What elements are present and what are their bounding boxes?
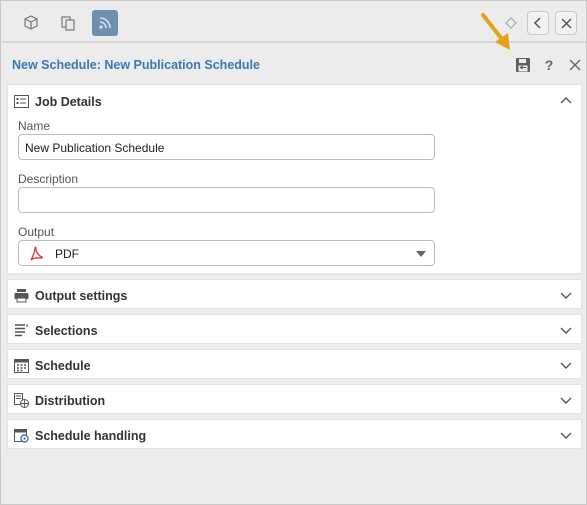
job-details-panel: Job Details Name New Publication Schedul… — [7, 84, 582, 274]
section-output-settings[interactable]: Output settings — [7, 279, 582, 309]
section-schedule-handling[interactable]: Schedule handling — [7, 419, 582, 449]
name-label: Name — [18, 119, 51, 133]
chevron-down-icon — [560, 292, 572, 299]
chevron-down-icon — [560, 397, 572, 404]
annotation-arrow-icon — [481, 13, 510, 50]
section-label: Job Details — [35, 95, 102, 109]
feed-icon[interactable] — [92, 10, 118, 36]
close-window-button[interactable] — [555, 11, 577, 35]
section-label: Selections — [35, 324, 98, 338]
close-panel-button[interactable] — [565, 55, 585, 75]
section-label: Output settings — [35, 289, 128, 303]
calendar-icon — [14, 359, 29, 373]
section-label: Schedule handling — [35, 429, 147, 443]
list-icon — [15, 324, 28, 337]
job-details-header[interactable]: Job Details — [8, 85, 581, 117]
chevron-up-icon[interactable] — [559, 95, 573, 107]
output-label: Output — [18, 225, 55, 239]
chevron-down-icon — [560, 327, 572, 334]
help-button[interactable]: ? — [539, 55, 559, 75]
pdf-icon — [30, 246, 44, 261]
output-value: PDF — [55, 247, 79, 261]
section-distribution[interactable]: Distribution — [7, 384, 582, 414]
calendar-gear-icon — [14, 429, 29, 443]
section-label: Distribution — [35, 394, 106, 408]
section-schedule[interactable]: Schedule — [7, 349, 582, 379]
cube-icon[interactable] — [18, 10, 44, 36]
copy-icon[interactable] — [55, 10, 81, 36]
section-label: Schedule — [35, 359, 91, 373]
close-icon — [560, 17, 572, 29]
chevron-left-icon — [533, 17, 541, 29]
help-icon: ? — [544, 57, 554, 73]
dropdown-arrow-icon — [416, 251, 426, 257]
distribution-icon — [14, 393, 29, 408]
name-value: New Publication Schedule — [25, 141, 165, 155]
output-select[interactable]: PDF — [18, 240, 435, 266]
description-label: Description — [18, 172, 79, 186]
chevron-down-icon — [560, 432, 572, 439]
chevron-down-icon — [560, 362, 572, 369]
close-icon — [569, 59, 581, 71]
printer-icon — [14, 289, 29, 303]
details-icon — [14, 95, 29, 108]
name-field[interactable]: New Publication Schedule — [18, 134, 435, 160]
section-selections[interactable]: Selections — [7, 314, 582, 344]
page-title: New Schedule: New Publication Schedule — [12, 58, 260, 72]
app-window: New Schedule: New Publication Schedule ? — [0, 0, 587, 505]
back-button[interactable] — [527, 11, 549, 35]
description-field[interactable] — [18, 187, 435, 213]
